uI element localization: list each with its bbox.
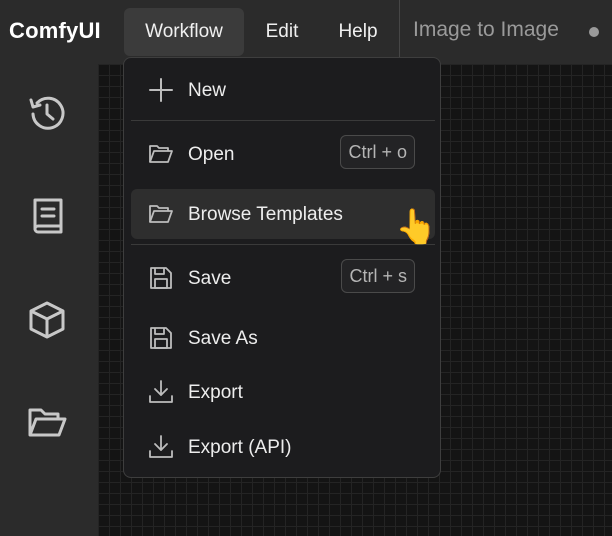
pointing-hand-icon: 👆	[395, 208, 438, 246]
shortcut-badge: Ctrl + o	[340, 135, 415, 169]
save-icon	[148, 265, 174, 291]
book-icon[interactable]	[25, 194, 69, 238]
menubar-divider	[399, 0, 400, 64]
menu-item-label: Save	[188, 268, 232, 289]
top-menubar: ComfyUI Workflow Edit Help Image to Imag…	[0, 0, 612, 64]
history-icon[interactable]	[25, 92, 69, 136]
workflow-dropdown-menu: New Open Ctrl + o Browse Templates Save …	[123, 57, 441, 478]
workflow-tab-title[interactable]: Image to Image	[413, 18, 559, 42]
sidebar	[0, 64, 98, 536]
menu-separator	[131, 244, 435, 245]
save-icon	[148, 325, 174, 351]
menu-item-label: Save As	[188, 328, 258, 349]
menu-item-save-as[interactable]: Save As	[131, 313, 435, 363]
menu-item-browse-templates[interactable]: Browse Templates	[131, 189, 435, 239]
menu-item-label: Export (API)	[188, 437, 292, 458]
shortcut-badge: Ctrl + s	[341, 259, 415, 293]
menu-item-label: New	[188, 80, 227, 101]
menu-item-new[interactable]: New	[131, 65, 435, 115]
menu-item-label: Export	[188, 382, 243, 403]
app-logo: ComfyUI	[9, 18, 101, 43]
menu-item-label: Browse Templates	[188, 204, 343, 225]
folder-open-icon	[148, 201, 174, 227]
unsaved-dot-icon	[589, 27, 599, 37]
menu-help[interactable]: Help	[326, 8, 390, 56]
menu-item-export[interactable]: Export	[131, 367, 435, 417]
plus-icon	[148, 77, 174, 103]
download-icon	[148, 434, 174, 460]
cube-icon[interactable]	[25, 298, 69, 342]
menu-separator	[131, 120, 435, 121]
menu-item-export-api[interactable]: Export (API)	[131, 422, 435, 472]
folder-open-icon[interactable]	[25, 400, 69, 444]
menu-item-save[interactable]: Save Ctrl + s	[131, 253, 435, 303]
download-icon	[148, 379, 174, 405]
menu-item-label: Open	[188, 144, 235, 165]
folder-open-icon	[148, 141, 174, 167]
menu-item-open[interactable]: Open Ctrl + o	[131, 129, 435, 179]
menu-workflow[interactable]: Workflow	[124, 8, 244, 56]
menu-edit[interactable]: Edit	[252, 8, 312, 56]
